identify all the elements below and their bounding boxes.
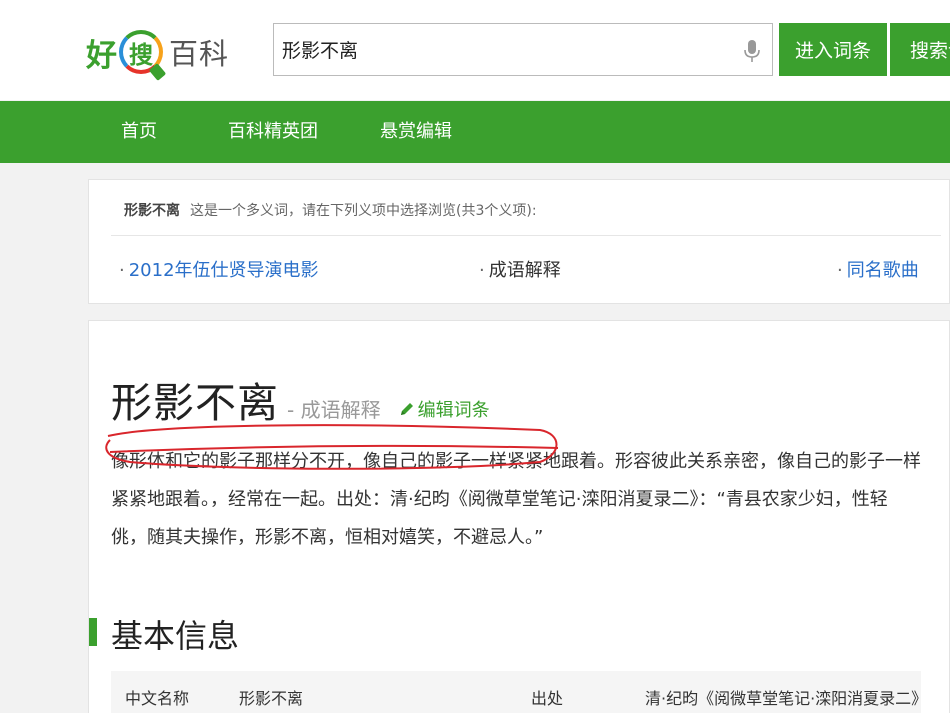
mic-icon[interactable] <box>744 39 760 63</box>
article-summary: 像形体和它的影子那样分不开，像自己的影子一样紧紧地跟着。形容彼此关系亲密，像自己… <box>111 451 921 548</box>
edit-entry-link[interactable]: 编辑词条 <box>399 396 490 422</box>
divider <box>111 235 941 236</box>
sense-label: 同名歌曲 <box>846 260 919 281</box>
nav-item-home[interactable]: 首页 <box>121 101 157 163</box>
logo-text-hao: 好 <box>86 37 117 74</box>
article-panel: 形影不离 - 成语解释 编辑词条 像形体和它的影子那样分不开，像自己的影子一样紧… <box>88 320 950 713</box>
bullet: · <box>119 260 125 281</box>
search-box <box>273 23 773 76</box>
disambiguation-term: 形影不离 <box>124 203 180 219</box>
nav-item-elite-team[interactable]: 百科精英团 <box>228 101 318 163</box>
info-label-chinese-name: 中文名称 <box>125 689 190 708</box>
section-title-basic-info: 基本信息 <box>111 617 240 655</box>
bullet: · <box>479 260 485 281</box>
disambiguation-header: 形影不离 这是一个多义词，请在下列义项中选择浏览(共3个义项): <box>124 200 537 220</box>
logo-text-baike: 百科 <box>169 37 230 71</box>
info-value-chinese-name: 形影不离 <box>239 689 304 708</box>
search-entry-button[interactable]: 搜索词 <box>890 23 950 76</box>
basic-info-table: 中文名称 形影不离 出处 清·纪昀《阅微草堂笔记·滦阳消夏录二》 <box>111 671 928 713</box>
logo-search-ring: 搜 <box>119 30 167 81</box>
main-nav: 首页 百科精英团 悬赏编辑 <box>0 101 950 163</box>
nav-item-bounty-edit[interactable]: 悬赏编辑 <box>380 101 452 163</box>
sense-current-idiom: · 成语解释 <box>479 256 561 282</box>
edit-entry-label: 编辑词条 <box>417 400 490 421</box>
page-title: 形影不离 <box>111 379 279 427</box>
article-title-row: 形影不离 - 成语解释 编辑词条 <box>111 369 490 429</box>
info-label-source: 出处 <box>531 689 564 708</box>
disambiguation-note: 这是一个多义词，请在下列义项中选择浏览(共3个义项): <box>190 203 537 219</box>
sense-link-song[interactable]: · 同名歌曲 <box>837 256 919 282</box>
section-marker <box>89 618 97 646</box>
disambiguation-panel: 形影不离 这是一个多义词，请在下列义项中选择浏览(共3个义项): · 2012年伍仕… <box>88 179 950 304</box>
top-header: 好 搜 百科 进入词条 搜索词 <box>0 0 950 100</box>
logo-text-sou: 搜 <box>129 40 153 69</box>
info-value-source: 清·纪昀《阅微草堂笔记·滦阳消夏录二》 <box>645 689 928 708</box>
sense-link-movie[interactable]: · 2012年伍仕贤导演电影 <box>119 256 319 282</box>
pencil-icon <box>400 403 413 415</box>
bullet: · <box>837 260 843 281</box>
enter-entry-button[interactable]: 进入词条 <box>779 23 887 76</box>
sense-label: 2012年伍仕贤导演电影 <box>128 260 319 281</box>
page-subtitle: - 成语解释 <box>287 398 381 422</box>
site-logo[interactable]: 好 搜 百科 <box>86 22 229 82</box>
sense-label: 成语解释 <box>488 260 561 281</box>
search-input[interactable] <box>274 24 714 74</box>
